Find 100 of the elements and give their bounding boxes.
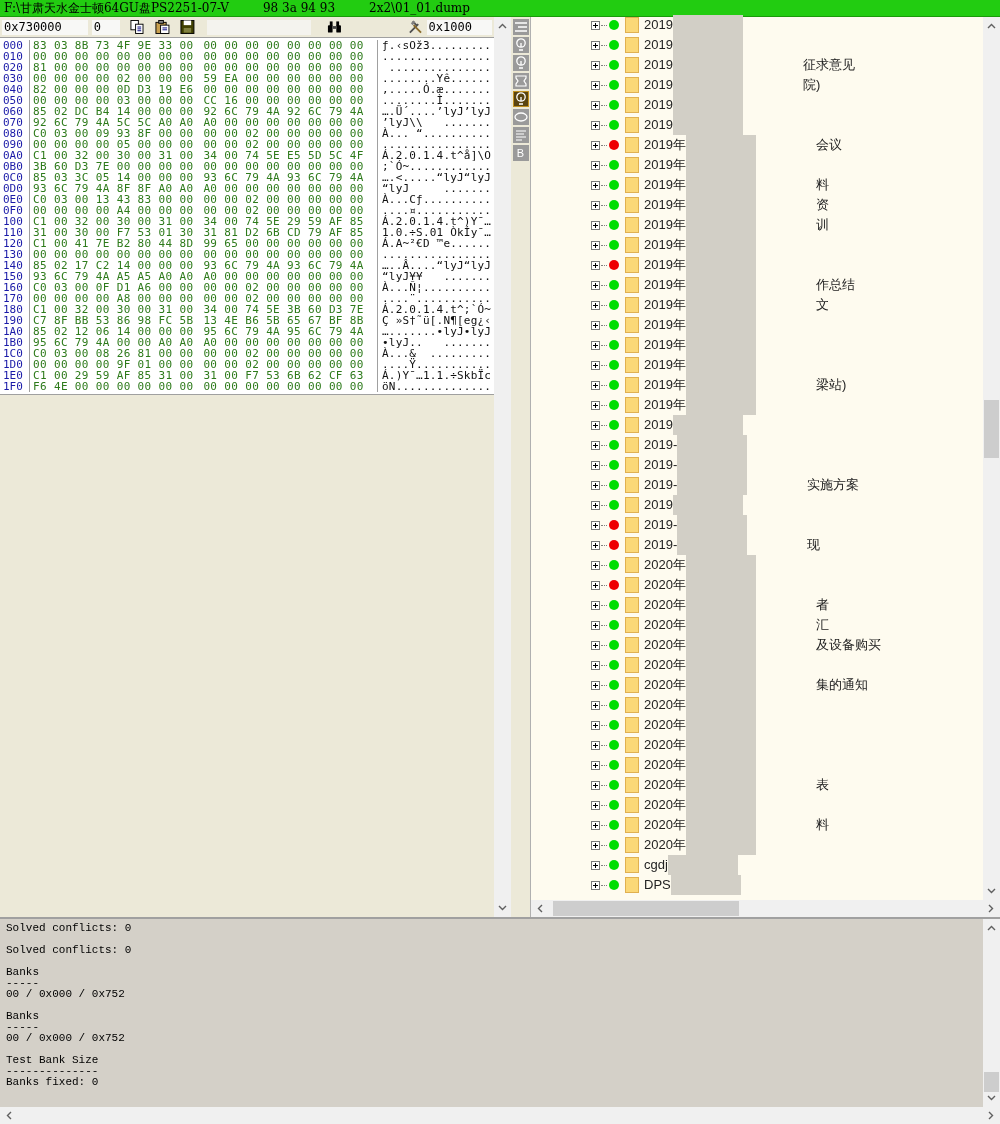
expand-toggle[interactable] — [591, 220, 600, 230]
offset-field[interactable]: 0 — [91, 19, 121, 35]
horizontal-scrollbar[interactable] — [531, 900, 1000, 917]
expand-toggle[interactable] — [591, 140, 600, 150]
folder-name[interactable]: 2019年 — [644, 315, 686, 335]
folder-name[interactable]: 2020年 — [644, 795, 686, 815]
scroll-right-icon[interactable] — [988, 904, 994, 913]
folder-name[interactable]: 2019年 — [644, 255, 686, 275]
expand-toggle[interactable] — [591, 740, 600, 750]
tools-icon[interactable] — [407, 19, 423, 35]
expand-toggle[interactable] — [591, 260, 600, 270]
tree-scrollbar[interactable] — [983, 17, 1000, 900]
expand-toggle[interactable] — [591, 340, 600, 350]
expand-toggle[interactable] — [591, 60, 600, 70]
folder-name[interactable]: 2020年 — [644, 595, 686, 615]
folder-name[interactable]: 2020年 — [644, 775, 686, 795]
folder-name[interactable]: 2020年 — [644, 835, 686, 855]
folder-name[interactable]: 2019 — [644, 415, 673, 435]
folder-name[interactable]: 2019 — [644, 95, 673, 115]
expand-toggle[interactable] — [591, 600, 600, 610]
expand-toggle[interactable] — [591, 160, 600, 170]
horizontal-scrollbar[interactable] — [0, 1107, 1000, 1124]
folder-name[interactable]: 2019年 — [644, 155, 686, 175]
expand-toggle[interactable] — [591, 400, 600, 410]
scroll-down-icon[interactable] — [498, 905, 507, 911]
scroll-right-icon[interactable] — [988, 1111, 994, 1120]
expand-toggle[interactable] — [591, 840, 600, 850]
scroll-down-icon[interactable] — [987, 1095, 996, 1101]
folder-name[interactable]: 2019 — [644, 495, 673, 515]
expand-toggle[interactable] — [591, 780, 600, 790]
expand-toggle[interactable] — [591, 200, 600, 210]
folder-name[interactable]: 2019年 — [644, 275, 686, 295]
expand-toggle[interactable] — [591, 800, 600, 810]
folder-name[interactable]: 2020年 — [644, 695, 686, 715]
block-size-field[interactable]: 0x1000 — [426, 19, 492, 35]
folder-name[interactable]: cgdj — [644, 855, 668, 875]
expand-toggle[interactable] — [591, 760, 600, 770]
folder-name[interactable]: 2020年 — [644, 615, 686, 635]
paste-icon[interactable] — [154, 19, 170, 35]
expand-toggle[interactable] — [591, 680, 600, 690]
expand-toggle[interactable] — [591, 720, 600, 730]
folder-name[interactable]: 2019年 — [644, 395, 686, 415]
scrollbar-thumb[interactable] — [984, 1072, 999, 1092]
expand-toggle[interactable] — [591, 360, 600, 370]
folder-name[interactable]: 2019年 — [644, 135, 686, 155]
folder-name[interactable]: 2019- — [644, 455, 678, 475]
folder-name[interactable]: 2020年 — [644, 635, 686, 655]
folder-name[interactable]: 2019年 — [644, 175, 686, 195]
expand-toggle[interactable] — [591, 460, 600, 470]
folder-name[interactable]: 2019年 — [644, 335, 686, 355]
folder-name[interactable]: 2019年 — [644, 235, 686, 255]
folder-name[interactable]: 2019 — [644, 35, 673, 55]
folder-name[interactable]: 2019年 — [644, 215, 686, 235]
scroll-up-icon[interactable] — [987, 23, 996, 29]
address-field[interactable]: 0x730000 — [2, 19, 88, 35]
expand-toggle[interactable] — [591, 640, 600, 650]
folder-name[interactable]: 2019 — [644, 75, 673, 95]
folder-name[interactable]: 2019 — [644, 115, 673, 135]
expand-toggle[interactable] — [591, 380, 600, 390]
folder-name[interactable]: 2019年 — [644, 195, 686, 215]
expand-toggle[interactable] — [591, 420, 600, 430]
folder-name[interactable]: 2020年 — [644, 715, 686, 735]
expand-toggle[interactable] — [591, 480, 600, 490]
expand-toggle[interactable] — [591, 240, 600, 250]
folder-name[interactable]: 2020年 — [644, 575, 686, 595]
folder-name[interactable]: 2019 — [644, 55, 673, 75]
expand-toggle[interactable] — [591, 40, 600, 50]
tool-button[interactable] — [512, 91, 529, 107]
folder-name[interactable]: 2019- — [644, 435, 678, 455]
scroll-left-icon[interactable] — [537, 904, 543, 913]
binoculars-icon[interactable] — [326, 20, 342, 34]
expand-toggle[interactable] — [591, 500, 600, 510]
expand-toggle[interactable] — [591, 560, 600, 570]
copy-icon[interactable] — [130, 19, 145, 35]
expand-toggle[interactable] — [591, 520, 600, 530]
folder-name[interactable]: 2020年 — [644, 735, 686, 755]
scroll-up-icon[interactable] — [498, 23, 507, 29]
folder-name[interactable]: 2020年 — [644, 655, 686, 675]
expand-toggle[interactable] — [591, 280, 600, 290]
folder-name[interactable]: 2019- — [644, 535, 678, 555]
expand-toggle[interactable] — [591, 580, 600, 590]
expand-toggle[interactable] — [591, 440, 600, 450]
scrollbar-thumb[interactable] — [553, 901, 739, 916]
expand-toggle[interactable] — [591, 620, 600, 630]
folder-name[interactable]: 2019- — [644, 475, 678, 495]
expand-toggle[interactable] — [591, 820, 600, 830]
scroll-left-icon[interactable] — [6, 1111, 12, 1120]
hex-scrollbar[interactable] — [494, 17, 511, 917]
expand-toggle[interactable] — [591, 880, 600, 890]
expand-toggle[interactable] — [591, 660, 600, 670]
save-icon[interactable] — [179, 19, 195, 35]
folder-name[interactable]: 2020年 — [644, 755, 686, 775]
folder-name[interactable]: 2020年 — [644, 555, 686, 575]
scrollbar-thumb[interactable] — [984, 400, 999, 458]
expand-toggle[interactable] — [591, 120, 600, 130]
folder-name[interactable]: 2020年 — [644, 815, 686, 835]
expand-toggle[interactable] — [591, 700, 600, 710]
folder-name[interactable]: 2019年 — [644, 375, 686, 395]
expand-toggle[interactable] — [591, 320, 600, 330]
log-scrollbar[interactable] — [983, 919, 1000, 1107]
